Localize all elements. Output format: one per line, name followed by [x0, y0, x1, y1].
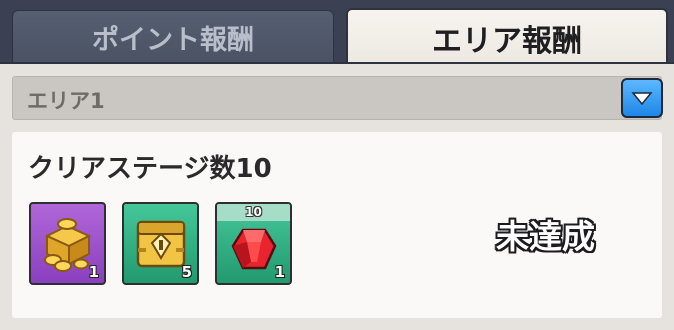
reward-item-gold-crate[interactable]: 1 [29, 202, 106, 285]
reward-item-red-gem[interactable]: 10 1 [215, 202, 292, 285]
reward-count: 1 [88, 263, 99, 281]
status-badge: 未達成 [496, 217, 595, 256]
tab-point-rewards[interactable]: ポイント報酬 [12, 10, 334, 64]
reward-item-treasure-chest[interactable]: 5 [122, 202, 199, 285]
area-select-value: エリア1 [27, 89, 105, 113]
area-select-dropdown[interactable]: エリア1 [12, 76, 663, 120]
reward-count: 5 [181, 263, 192, 281]
tab-area-rewards-label: エリア報酬 [432, 24, 582, 59]
reward-card: クリアステージ数10 1 5 10 1 未達成 [12, 132, 662, 318]
chevron-down-icon [631, 92, 653, 106]
reward-condition-title: クリアステージ数10 [28, 154, 272, 184]
dropdown-toggle-button[interactable] [621, 78, 663, 118]
reward-panel: エリア1 クリアステージ数10 1 5 10 1 未達成 [0, 62, 674, 330]
tab-point-rewards-label: ポイント報酬 [92, 24, 254, 56]
reward-count: 1 [274, 263, 285, 281]
tab-area-rewards[interactable]: エリア報酬 [346, 8, 668, 66]
